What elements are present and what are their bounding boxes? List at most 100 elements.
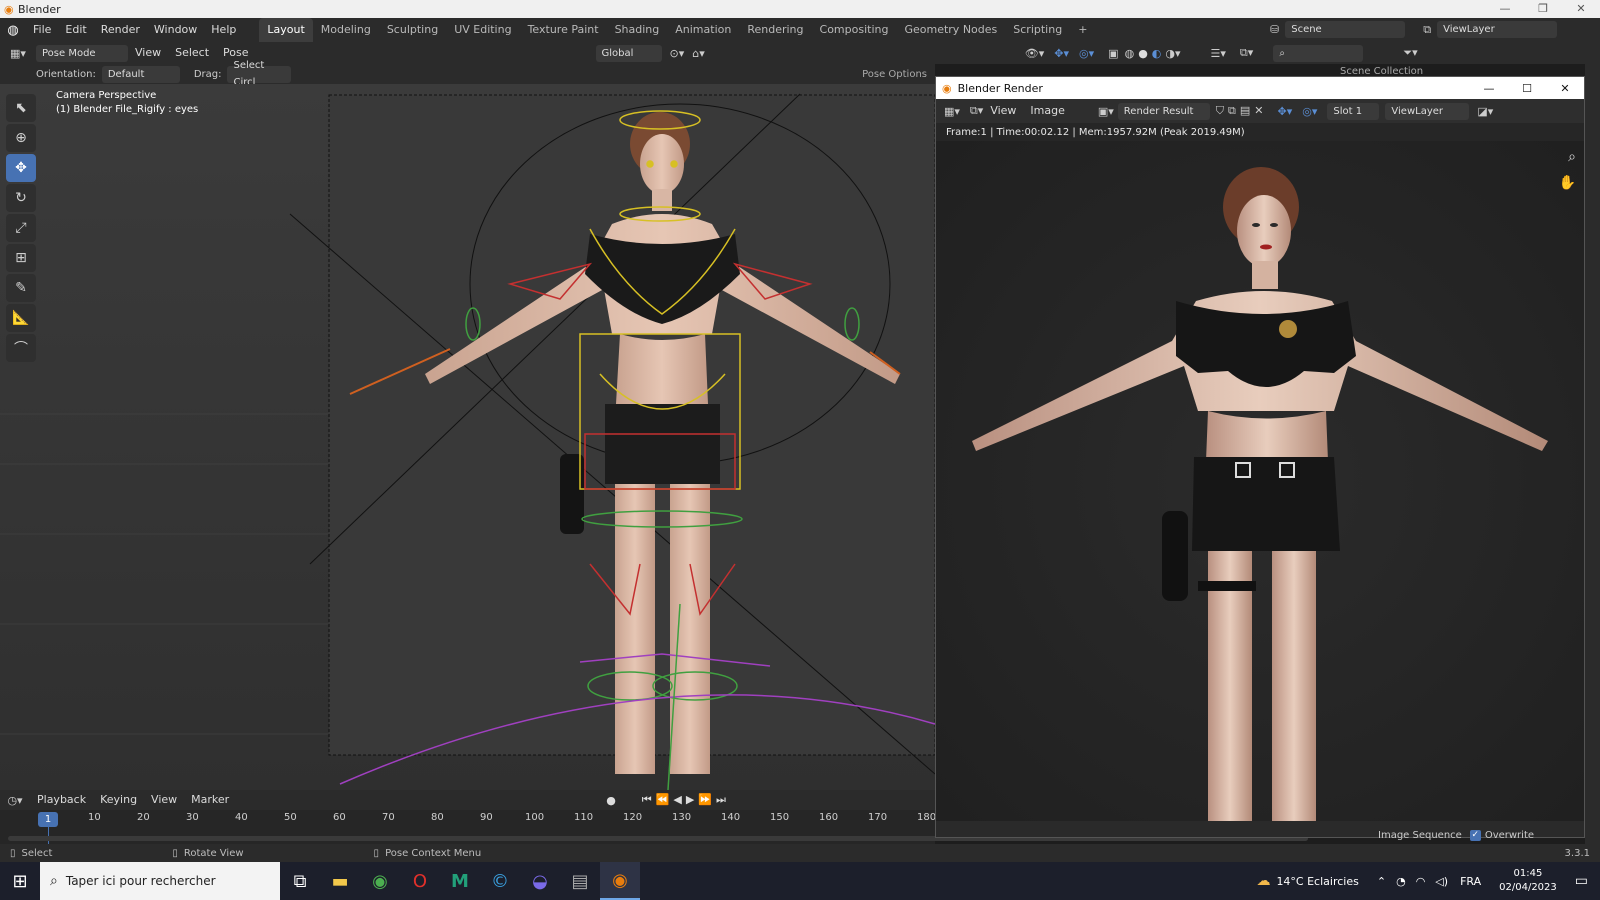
timeline-menu-view[interactable]: View xyxy=(144,788,184,812)
render-maximize-button[interactable]: ☐ xyxy=(1508,82,1546,95)
tab-compositing[interactable]: Compositing xyxy=(812,18,897,42)
image-menu-view[interactable]: View xyxy=(983,99,1023,123)
render-close-button[interactable]: ✕ xyxy=(1546,82,1584,95)
clock[interactable]: 01:45 02/04/2023 xyxy=(1499,867,1557,895)
opera-icon[interactable]: O xyxy=(400,862,440,900)
snap-icon[interactable]: ⌂▾ xyxy=(692,47,705,60)
render-view-layer-selector[interactable]: ViewLayer xyxy=(1385,102,1470,120)
restore-button[interactable]: ❐ xyxy=(1524,0,1562,18)
blender-menu-icon[interactable]: ◍ xyxy=(0,23,26,38)
windows-start-icon[interactable]: ⊞ xyxy=(0,862,40,900)
tab-geometry-nodes[interactable]: Geometry Nodes xyxy=(896,18,1005,42)
timeline-menu-marker[interactable]: Marker xyxy=(184,788,236,812)
zoom-icon[interactable]: ⌕ xyxy=(1568,149,1576,165)
render-result-image[interactable]: ⌕ ✋ xyxy=(936,141,1584,821)
tab-scripting[interactable]: Scripting xyxy=(1005,18,1070,42)
slot-selector[interactable]: Slot 1 xyxy=(1327,102,1380,120)
transform-tool-icon[interactable]: ⊞ xyxy=(6,244,36,272)
weather-text[interactable]: 14°C Eclaircies xyxy=(1276,875,1358,888)
taskbar-search-box[interactable]: ⌕ Taper ici pour rechercher xyxy=(40,862,280,900)
annotate-tool-icon[interactable]: ✎ xyxy=(6,274,36,302)
display-mode-icon[interactable]: ⧉▾ xyxy=(1240,46,1253,60)
view-layer-selector[interactable]: ViewLayer xyxy=(1437,21,1558,38)
outliner-search-input[interactable]: ⌕ xyxy=(1273,44,1364,62)
menu-help[interactable]: Help xyxy=(204,18,243,42)
solid-shading-icon[interactable]: ● xyxy=(1138,47,1148,60)
tab-shading[interactable]: Shading xyxy=(607,18,668,42)
image-editor-type-icon[interactable]: ▦▾ xyxy=(944,105,960,118)
pivot-icon[interactable]: ⊙▾ xyxy=(670,47,685,60)
render-minimize-button[interactable]: — xyxy=(1470,82,1508,95)
notifications-icon[interactable]: ▭ xyxy=(1575,873,1588,889)
add-workspace-button[interactable]: + xyxy=(1070,18,1095,42)
close-button[interactable]: ✕ xyxy=(1562,0,1600,18)
scale-tool-icon[interactable]: ⤢ xyxy=(6,214,36,242)
cursor-tool-icon[interactable]: ⊕ xyxy=(6,124,36,152)
image-overlay-icon[interactable]: ◎▾ xyxy=(1302,105,1317,118)
drag-selector[interactable]: Select Circl xyxy=(227,60,292,88)
image-name-field[interactable]: Render Result xyxy=(1117,102,1210,120)
transform-orientation-selector[interactable]: Global xyxy=(595,44,662,62)
xray-icon[interactable]: ▣ xyxy=(1108,47,1118,60)
image-view-mode-icon[interactable]: ⧉▾ xyxy=(970,104,983,118)
task-view-icon[interactable]: ⧉ xyxy=(280,862,320,900)
tab-sculpting[interactable]: Sculpting xyxy=(379,18,446,42)
weather-icon[interactable]: ☁ xyxy=(1256,873,1270,889)
record-icon[interactable]: ● xyxy=(606,794,616,807)
blender-taskbar-icon[interactable]: ◉ xyxy=(600,862,640,900)
c-app-icon[interactable]: © xyxy=(480,862,520,900)
image-actions-icons[interactable]: ⛉⧉▤✕ xyxy=(1216,104,1268,118)
orientation-selector[interactable]: Default xyxy=(101,65,180,83)
timeline-menu-playback[interactable]: Playback xyxy=(30,788,93,812)
menu-window[interactable]: Window xyxy=(147,18,204,42)
filter-icon[interactable]: ⏷▾ xyxy=(1403,46,1417,60)
overwrite-checkbox[interactable]: ✓ xyxy=(1469,830,1481,841)
minimize-button[interactable]: — xyxy=(1486,0,1524,18)
chrome-icon[interactable]: ◉ xyxy=(360,862,400,900)
menu-file[interactable]: File xyxy=(26,18,58,42)
pan-hand-icon[interactable]: ✋ xyxy=(1559,175,1576,191)
image-gizmo-icon[interactable]: ✥▾ xyxy=(1278,105,1293,118)
wireframe-shading-icon[interactable]: ◍ xyxy=(1125,47,1135,60)
move-tool-icon[interactable]: ✥ xyxy=(6,154,36,182)
tab-rendering[interactable]: Rendering xyxy=(739,18,811,42)
tray-chevron-icon[interactable]: ⌃ xyxy=(1377,875,1386,888)
editor-type-icon[interactable]: ▦▾ xyxy=(0,47,36,60)
visibility-icon[interactable]: 👁▾ xyxy=(1025,47,1045,60)
overlay-icon[interactable]: ◎▾ xyxy=(1079,47,1094,60)
scene-selector[interactable]: Scene xyxy=(1285,21,1406,38)
pose-options-button[interactable]: Pose Options xyxy=(862,69,927,80)
gizmo-icon[interactable]: ✥▾ xyxy=(1054,47,1069,60)
network-icon[interactable]: ◔ xyxy=(1396,875,1406,888)
m-app-icon[interactable]: M xyxy=(440,862,480,900)
viewport-menu-select[interactable]: Select xyxy=(168,41,216,65)
tab-texture-paint[interactable]: Texture Paint xyxy=(520,18,607,42)
outliner-editor-icon[interactable]: ☰▾ xyxy=(1211,47,1226,60)
timeline-editor-icon[interactable]: ◷▾ xyxy=(0,794,30,807)
volume-icon[interactable]: ◁) xyxy=(1435,875,1448,888)
3d-viewport[interactable]: Camera Perspective (1) Blender File_Rigi… xyxy=(0,84,935,790)
app-window-icon[interactable]: ▤ xyxy=(560,862,600,900)
mode-selector[interactable]: Pose Mode xyxy=(36,44,128,62)
wifi-icon[interactable]: ◠ xyxy=(1416,875,1426,888)
rotate-tool-icon[interactable]: ↻ xyxy=(6,184,36,212)
display-channels-icon[interactable]: ◪▾ xyxy=(1477,105,1493,118)
image-menu-image[interactable]: Image xyxy=(1023,99,1071,123)
taskbar-search-input[interactable]: Taper ici pour rechercher xyxy=(66,874,216,888)
timeline-menu-keying[interactable]: Keying xyxy=(93,788,144,812)
rendered-shading-icon[interactable]: ◑▾ xyxy=(1165,47,1180,60)
language-indicator[interactable]: FRA xyxy=(1460,875,1481,888)
bone-roll-tool-icon[interactable]: ⌒ xyxy=(6,334,36,362)
timeline-ruler[interactable]: 1 10 20 30 40 50 60 70 80 90 100 110 120… xyxy=(0,810,1308,844)
current-frame-indicator[interactable]: 1 xyxy=(38,812,58,827)
measure-tool-icon[interactable]: 📐 xyxy=(6,304,36,332)
tab-layout[interactable]: Layout xyxy=(259,18,313,42)
viewport-menu-view[interactable]: View xyxy=(128,41,168,65)
material-shading-icon[interactable]: ◐ xyxy=(1152,47,1162,60)
select-tool-icon[interactable]: ⬉ xyxy=(6,94,36,122)
playback-controls[interactable]: ⏮⏪◀▶⏩⏭ xyxy=(642,793,730,807)
tab-modeling[interactable]: Modeling xyxy=(313,18,379,42)
menu-edit[interactable]: Edit xyxy=(58,18,93,42)
file-explorer-icon[interactable]: ▬ xyxy=(320,862,360,900)
tab-animation[interactable]: Animation xyxy=(667,18,739,42)
